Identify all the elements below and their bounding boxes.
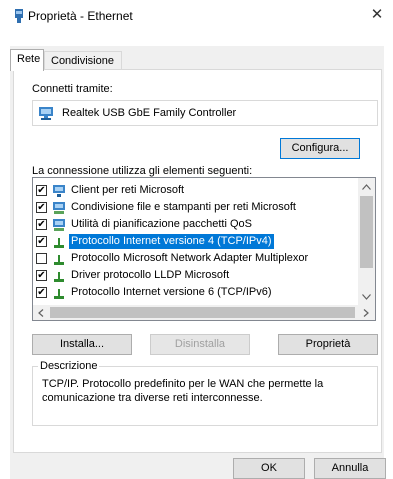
scroll-up-icon[interactable] (362, 184, 371, 190)
list-item[interactable]: ✔ Driver protocollo LLDP Microsoft (33, 268, 358, 283)
item-checkbox[interactable]: ✔ (36, 185, 47, 196)
item-checkbox[interactable]: ✔ (36, 270, 47, 281)
protocol-icon (54, 255, 64, 265)
protocol-icon (54, 272, 64, 282)
tab-condivisione[interactable]: Condivisione (44, 51, 122, 70)
properties-button[interactable]: Proprietà (278, 334, 378, 355)
description-label: Descrizione (38, 360, 100, 372)
item-label: Client per reti Microsoft (71, 184, 185, 196)
close-button[interactable]: ✕ (368, 6, 386, 24)
install-button[interactable]: Installa... (32, 334, 132, 355)
list-item[interactable]: ✔ Utilità di pianificazione pacchetti Qo… (33, 217, 358, 232)
adapter-name: Realtek USB GbE Family Controller (62, 107, 237, 119)
item-checkbox[interactable]: ✔ (36, 287, 47, 298)
description-text-line2: comunicazione tra diverse reti interconn… (42, 392, 263, 404)
scroll-left-icon[interactable] (38, 309, 44, 317)
item-label: Driver protocollo LLDP Microsoft (71, 269, 230, 281)
list-item[interactable]: ✔ Client per reti Microsoft (33, 183, 358, 198)
components-list[interactable]: ✔ Client per reti Microsoft ✔ Condivisio… (32, 177, 376, 321)
network-service-icon (53, 202, 65, 214)
vertical-scrollbar[interactable] (358, 178, 375, 306)
list-item[interactable]: ✔ Condivisione file e stampanti per reti… (33, 200, 358, 215)
item-checkbox[interactable]: ✔ (36, 219, 47, 230)
scroll-down-icon[interactable] (362, 294, 371, 300)
item-label: Condivisione file e stampanti per reti M… (71, 201, 296, 213)
list-item[interactable]: Protocollo Microsoft Network Adapter Mul… (33, 251, 358, 266)
network-service-icon (53, 219, 65, 231)
protocol-icon (54, 238, 64, 248)
window-title: Proprietà - Ethernet (28, 9, 133, 23)
horizontal-scrollbar[interactable] (33, 305, 375, 320)
protocol-icon (54, 289, 64, 299)
network-client-icon (53, 185, 65, 197)
ethernet-icon (15, 9, 23, 23)
item-label: Utilità di pianificazione pacchetti QoS (71, 218, 252, 230)
item-label: Protocollo Internet versione 6 (TCP/IPv6… (71, 286, 272, 298)
network-adapter-icon (39, 107, 53, 120)
hscroll-thumb[interactable] (50, 307, 355, 318)
list-item[interactable]: ✔ Protocollo Internet versione 6 (TCP/IP… (33, 285, 358, 300)
tab-rete[interactable]: Rete (10, 49, 44, 71)
item-checkbox[interactable] (36, 253, 47, 264)
scroll-right-icon[interactable] (363, 309, 369, 317)
list-item[interactable]: ✔ Protocollo Internet versione 4 (TCP/IP… (33, 234, 358, 249)
ok-button[interactable]: OK (233, 458, 305, 479)
item-label: Protocollo Microsoft Network Adapter Mul… (71, 252, 309, 264)
cancel-button[interactable]: Annulla (314, 458, 386, 479)
item-checkbox[interactable]: ✔ (36, 202, 47, 213)
connect-using-label: Connetti tramite: (32, 83, 113, 95)
tab-strip: Rete Condivisione (10, 49, 160, 71)
uninstall-button[interactable]: Disinstalla (150, 334, 250, 355)
description-text-line1: TCP/IP. Protocollo predefinito per le WA… (42, 378, 324, 390)
item-checkbox[interactable]: ✔ (36, 236, 47, 247)
scroll-thumb[interactable] (360, 196, 373, 268)
item-label-selected: Protocollo Internet versione 4 (TCP/IPv4… (69, 234, 274, 249)
configure-button[interactable]: Configura... (280, 138, 360, 159)
items-label: La connessione utilizza gli elementi seg… (32, 165, 253, 177)
